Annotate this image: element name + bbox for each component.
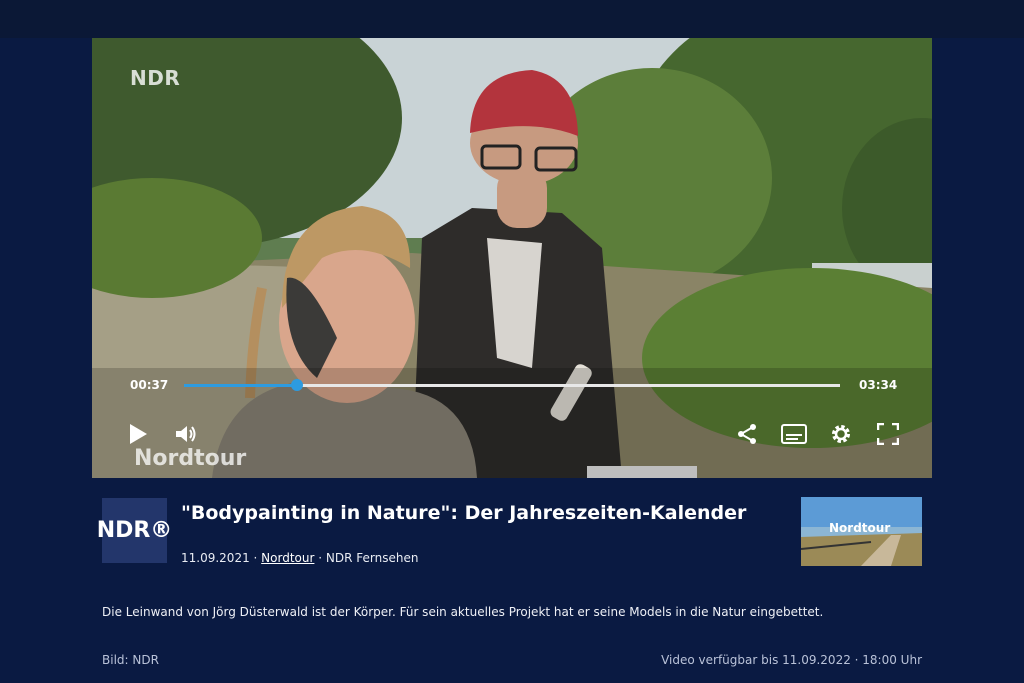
video-frame: [92, 38, 932, 478]
channel-name: NDR Fernsehen: [325, 551, 419, 565]
duration: 03:34: [859, 378, 898, 392]
show-link[interactable]: Nordtour: [261, 551, 314, 565]
share-button[interactable]: [733, 420, 761, 448]
progress-bar[interactable]: [184, 379, 840, 391]
settings-button[interactable]: [827, 420, 855, 448]
top-bar: [0, 0, 1024, 38]
video-date: 11.09.2021: [181, 551, 250, 565]
fullscreen-icon: [877, 423, 899, 445]
progress-fill: [184, 384, 298, 387]
volume-icon: [176, 426, 196, 442]
video-info: NDR® "Bodypainting in Nature": Der Jahre…: [0, 478, 1024, 683]
current-time: 00:37: [130, 378, 169, 392]
video-player[interactable]: NDR Nordtour 00:37 03:34: [92, 38, 932, 478]
video-description: Die Leinwand von Jörg Düsterwald ist der…: [102, 605, 824, 619]
image-credit: Bild: NDR: [102, 653, 159, 667]
subtitles-button[interactable]: [780, 420, 808, 448]
meta-separator: ·: [249, 551, 262, 565]
meta-separator: ·: [314, 551, 326, 565]
subtitles-icon: [781, 424, 807, 444]
channel-logo: NDR: [130, 66, 181, 90]
share-icon: [738, 424, 756, 444]
gear-icon: [832, 425, 850, 443]
show-watermark: Nordtour: [134, 446, 247, 471]
video-title: "Bodypainting in Nature": Der Jahreszeit…: [181, 502, 747, 524]
video-meta: 11.09.2021 · Nordtour · NDR Fernsehen: [181, 551, 418, 565]
availability: Video verfügbar bis 11.09.2022 · 18:00 U…: [661, 653, 922, 667]
fullscreen-button[interactable]: [874, 420, 902, 448]
volume-button[interactable]: [172, 420, 200, 448]
thumbnail-logo: Nordtour: [829, 521, 891, 535]
play-button[interactable]: [124, 420, 152, 448]
play-icon: [130, 424, 147, 444]
ndr-logo: NDR®: [97, 498, 172, 563]
show-thumbnail[interactable]: Nordtour: [801, 497, 922, 566]
